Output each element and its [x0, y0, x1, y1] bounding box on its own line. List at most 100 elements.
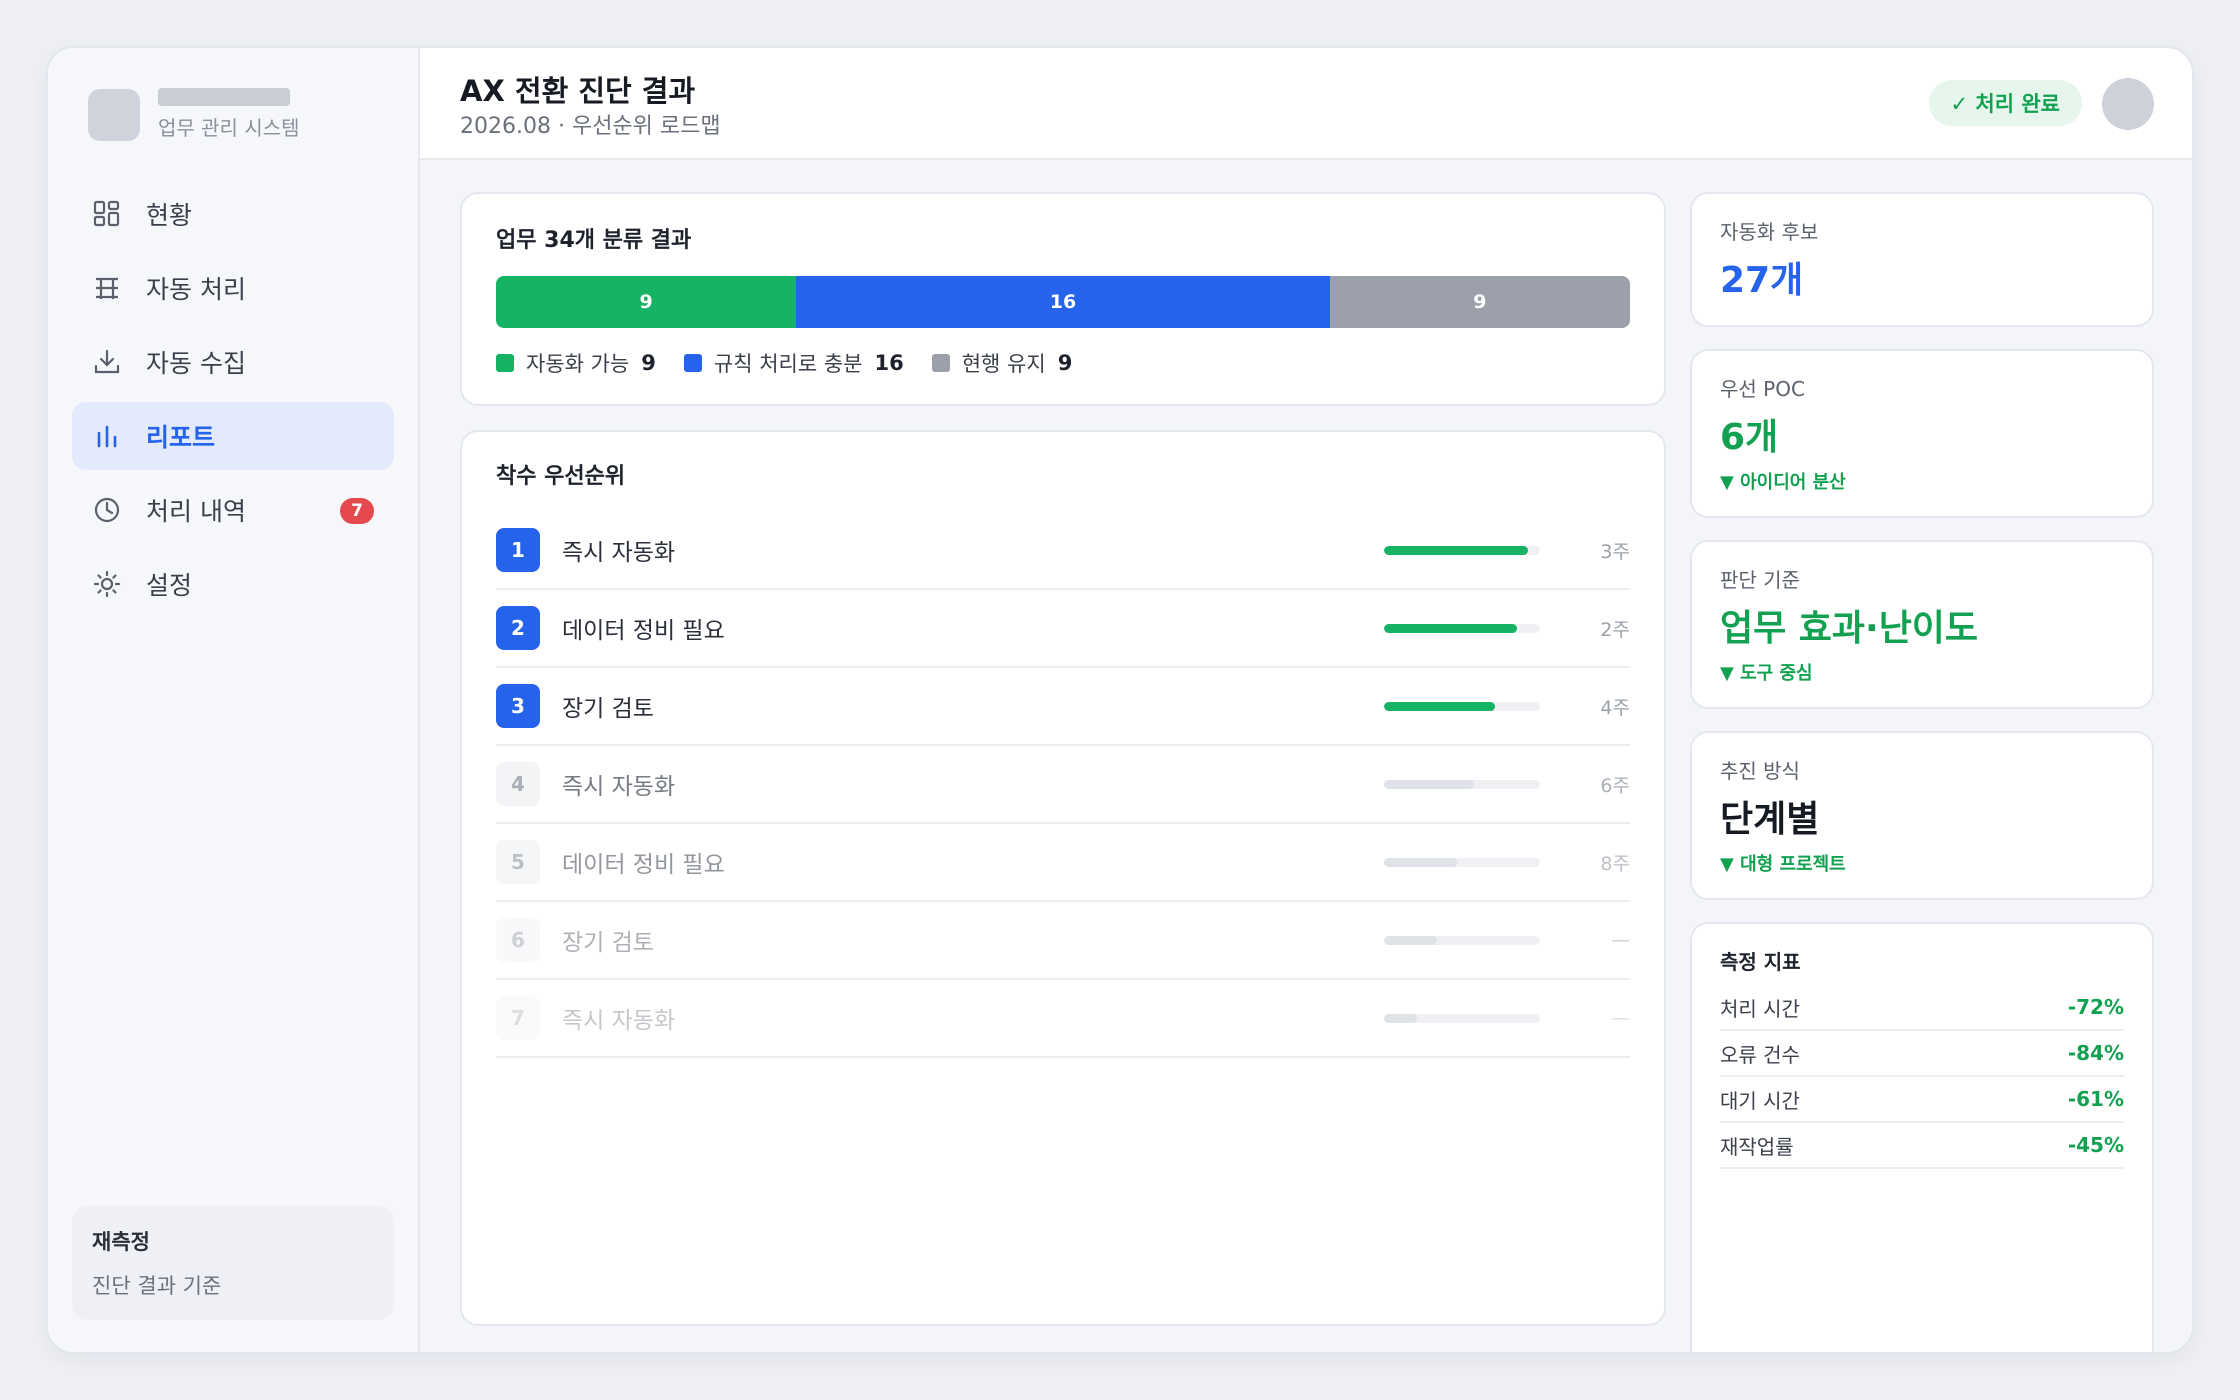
remeasure-subtitle: 진단 결과 기준	[92, 1274, 222, 1298]
priority-duration: 4주	[1600, 696, 1630, 719]
metrics-list: 처리 시간 -72% 오류 건수 -84% 대기 시간 -61% 재작업률 -45%	[1720, 985, 2124, 1169]
priority-row[interactable]: 5 데이터 정비 필요 8주	[496, 824, 1630, 902]
priority-duration: 2주	[1600, 618, 1630, 641]
priority-row[interactable]: 2 데이터 정비 필요 2주	[496, 590, 1630, 668]
rank-badge: 7	[496, 996, 540, 1040]
priority-row[interactable]: 3 장기 검토 4주	[496, 668, 1630, 746]
sidebar-item-report[interactable]: 리포트	[72, 402, 394, 470]
priority-row[interactable]: 4 즉시 자동화 6주	[496, 746, 1630, 824]
dashboard-icon	[92, 199, 122, 229]
sidebar-item-label: 자동 수집	[146, 349, 246, 378]
metric-label: 처리 시간	[1720, 996, 1800, 1021]
page-subtitle: 2026.08 · 우선순위 로드맵	[460, 114, 721, 139]
brand-subtitle: 업무 관리 시스템	[158, 116, 300, 140]
kpi-label: 추진 방식	[1720, 759, 1800, 783]
app-window: 업무 관리 시스템 현황 자동 처리 자동 수집 리포트 처리 내역 7 설정 …	[46, 46, 2194, 1354]
sidebar-item-label: 리포트	[146, 423, 216, 452]
kpi-label: 판단 기준	[1720, 568, 1800, 592]
metric-value: -84%	[2067, 1041, 2124, 1065]
metric-label: 대기 시간	[1720, 1088, 1800, 1113]
sidebar: 업무 관리 시스템 현황 자동 처리 자동 수집 리포트 처리 내역 7 설정 …	[48, 48, 420, 1352]
stacked-bar-segment: 16	[796, 276, 1330, 328]
stacked-bar-segment: 9	[1329, 276, 1630, 328]
sidebar-item-label: 설정	[146, 571, 193, 600]
notification-badge: 7	[340, 498, 374, 524]
priority-progress-track	[1384, 545, 1540, 555]
kpi-label: 우선 POC	[1720, 377, 1805, 401]
priority-label: 데이터 정비 필요	[562, 852, 725, 878]
table-icon	[92, 273, 122, 303]
remeasure-card[interactable]: 재측정 진단 결과 기준	[72, 1206, 394, 1320]
kpi-note: ▼ 대형 프로젝트	[1720, 854, 1846, 875]
legend-count: 16	[874, 351, 904, 375]
sidebar-item-label: 자동 처리	[146, 275, 246, 304]
right-column: 자동화 후보 27개우선 POC 6개 ▼ 아이디어 분산판단 기준 업무 효과·난이도…	[1690, 192, 2154, 1352]
metric-row: 대기 시간 -61%	[1720, 1077, 2124, 1123]
kpi-label: 자동화 후보	[1720, 220, 1819, 244]
kpi-note: ▼ 도구 중심	[1720, 663, 1813, 684]
priority-label: 장기 검토	[562, 696, 654, 722]
priority-progress-fill	[1384, 545, 1528, 555]
priority-card: 착수 우선순위 1 즉시 자동화 3주 2 데이터 정비 필요 2주 3 장기 검토 4주 4 즉시…	[460, 430, 1666, 1326]
brand[interactable]: 업무 관리 시스템	[88, 88, 300, 141]
priority-progress-fill	[1384, 935, 1438, 945]
priority-progress-track	[1384, 623, 1540, 633]
priority-row[interactable]: 1 즉시 자동화 3주	[496, 512, 1630, 590]
priority-progress-track	[1384, 1013, 1540, 1023]
rank-badge: 5	[496, 840, 540, 884]
rank-badge: 4	[496, 762, 540, 806]
metrics-title: 측정 지표	[1720, 950, 1801, 974]
priority-progress-fill	[1384, 1013, 1417, 1023]
priority-label: 데이터 정비 필요	[562, 618, 725, 644]
kpi-card: 자동화 후보 27개	[1690, 192, 2154, 327]
legend-item: 현행 유지 9	[931, 348, 1073, 378]
legend-item: 자동화 가능 9	[496, 348, 656, 378]
priority-duration: 8주	[1600, 852, 1630, 875]
classification-title: 업무 34개 분류 결과	[496, 228, 692, 253]
legend-label: 규칙 처리로 충분	[713, 352, 863, 376]
priority-duration: 3주	[1600, 540, 1630, 563]
sidebar-item-settings[interactable]: 설정	[72, 550, 394, 618]
sidebar-item-label: 처리 내역	[146, 497, 246, 526]
priority-progress-track	[1384, 857, 1540, 867]
gear-icon	[92, 569, 122, 599]
metric-value: -45%	[2067, 1133, 2124, 1157]
sidebar-item-auto-process[interactable]: 자동 처리	[72, 254, 394, 322]
sidebar-item-label: 현황	[146, 201, 193, 230]
metric-value: -61%	[2067, 1087, 2124, 1111]
kpi-card: 추진 방식 단계별 ▼ 대형 프로젝트	[1690, 731, 2154, 900]
avatar[interactable]	[2102, 78, 2154, 130]
kpi-value: 27개	[1720, 260, 1804, 301]
kpi-card: 우선 POC 6개 ▼ 아이디어 분산	[1690, 349, 2154, 518]
status-badge: ✓ 처리 완료	[1928, 80, 2082, 126]
stacked-bar-segment: 9	[496, 276, 797, 328]
metric-row: 처리 시간 -72%	[1720, 985, 2124, 1031]
rank-badge: 6	[496, 918, 540, 962]
main-content: 업무 34개 분류 결과 9 16 9 자동화 가능 9 규칙 처리로 충분 16 현행 유…	[420, 160, 2192, 1352]
priority-progress-track	[1384, 935, 1540, 945]
metric-label: 재작업률	[1720, 1134, 1794, 1159]
priority-row[interactable]: 7 즉시 자동화 —	[496, 980, 1630, 1058]
sidebar-item-status[interactable]: 현황	[72, 180, 394, 248]
priority-progress-fill	[1384, 701, 1495, 711]
priority-progress-fill	[1384, 779, 1475, 789]
priority-row[interactable]: 6 장기 검토 —	[496, 902, 1630, 980]
sidebar-item-auto-collect[interactable]: 자동 수집	[72, 328, 394, 396]
sidebar-item-history[interactable]: 처리 내역 7	[72, 476, 394, 544]
legend-count: 9	[641, 351, 656, 375]
rank-badge: 2	[496, 606, 540, 650]
priority-label: 즉시 자동화	[562, 774, 676, 800]
priority-progress-fill	[1384, 623, 1517, 633]
metric-value: -72%	[2067, 995, 2124, 1019]
kpi-list: 자동화 후보 27개우선 POC 6개 ▼ 아이디어 분산판단 기준 업무 효과·난이도…	[1690, 192, 2154, 900]
kpi-note: ▼ 아이디어 분산	[1720, 472, 1846, 493]
legend-item: 규칙 처리로 충분 16	[683, 348, 904, 378]
priority-label: 장기 검토	[562, 930, 654, 956]
metric-row: 오류 건수 -84%	[1720, 1031, 2124, 1077]
kpi-card: 판단 기준 업무 효과·난이도 ▼ 도구 중심	[1690, 540, 2154, 709]
classification-card: 업무 34개 분류 결과 9 16 9 자동화 가능 9 규칙 처리로 충분 16 현행 유…	[460, 192, 1666, 406]
legend-count: 9	[1057, 351, 1073, 375]
priority-duration: —	[1611, 929, 1630, 951]
priority-progress-track	[1384, 779, 1540, 789]
classification-legend: 자동화 가능 9 규칙 처리로 충분 16 현행 유지 9	[496, 348, 1630, 378]
